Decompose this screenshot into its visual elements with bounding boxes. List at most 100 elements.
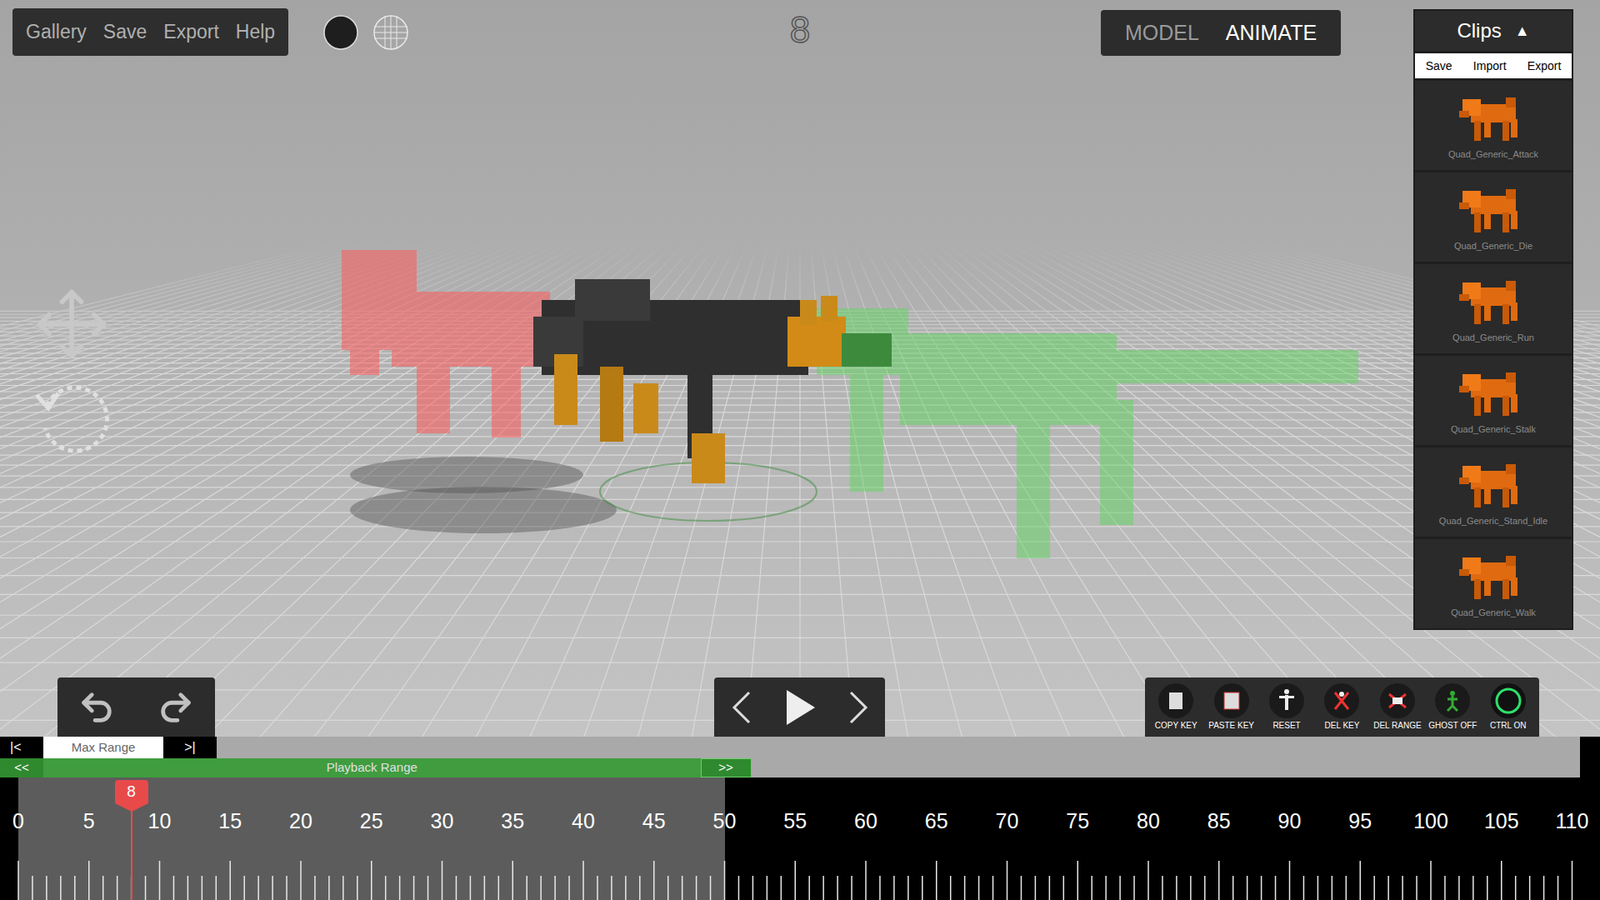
transport-panel	[714, 677, 885, 737]
rotate-icon[interactable]	[30, 376, 114, 460]
dog-figure	[533, 279, 892, 484]
clip-thumbnail-icon	[1455, 272, 1531, 328]
clips-panel: Clips▲ Save Import Export Quad_Generic_Attac…	[1413, 9, 1574, 630]
ruler-label: 60	[854, 810, 878, 832]
ruler-label: 50	[713, 810, 737, 832]
ruler-label: 100	[1413, 810, 1449, 832]
ruler-label: 40	[571, 810, 595, 832]
scene-models[interactable]	[0, 0, 1600, 737]
tool-button[interactable]: DEL RANGE	[1370, 682, 1425, 732]
playhead-line	[130, 802, 133, 900]
ruler-label: 45	[642, 810, 666, 832]
playback-range-bar[interactable]: <<Playback Range>>	[0, 758, 752, 778]
ruler-label: 95	[1348, 810, 1372, 832]
clips-actions: Save Import Export	[1415, 53, 1572, 79]
ghost-icon	[1434, 682, 1471, 720]
tool-button[interactable]: RESET	[1259, 682, 1315, 732]
clip-thumbnail-icon	[1455, 89, 1531, 145]
play-icon[interactable]	[783, 688, 817, 727]
clip-action[interactable]: Save	[1425, 57, 1453, 75]
ruler-label: 35	[500, 810, 525, 832]
tool-button[interactable]: PASTE KEY	[1204, 682, 1260, 732]
red-ghost-figure	[341, 250, 550, 438]
max-range-row: |<Max Range>|	[0, 736, 1600, 759]
ruler-label: 30	[430, 810, 455, 832]
mode-tab[interactable]: ANIMATE	[1225, 17, 1317, 50]
max-range-label[interactable]: Max Range	[43, 736, 164, 759]
clip-action[interactable]: Export	[1527, 57, 1561, 75]
menu-item[interactable]: Save	[103, 17, 147, 47]
menu-bar: Gallery Save Export Help	[12, 8, 289, 56]
viewport[interactable]: Gallery Save Export Help 8 MODEL ANIMATE Clips▲…	[0, 0, 1600, 737]
undo-icon[interactable]	[77, 688, 116, 727]
clip-thumbnail-icon	[1455, 455, 1531, 511]
clip-card[interactable]: Quad_Generic_Attack	[1415, 80, 1572, 170]
green-ghost-figure	[816, 308, 1359, 559]
tools-panel: COPY KEYPASTE KEYRESETDEL KEYDEL RANGEGH…	[1145, 677, 1540, 737]
mode-tab[interactable]: MODEL	[1125, 17, 1200, 50]
ruler-label: 90	[1278, 810, 1302, 832]
tool-button[interactable]: COPY KEY	[1148, 682, 1204, 732]
ruler-label: 105	[1484, 810, 1520, 832]
redo-icon[interactable]	[156, 688, 195, 727]
app: Gallery Save Export Help 8 MODEL ANIMATE Clips▲…	[0, 0, 1600, 900]
playback-range-row: <<Playback Range>>	[0, 758, 1600, 778]
move-tool[interactable]	[33, 285, 110, 363]
playback-start-button[interactable]: <<	[0, 758, 44, 778]
clip-card[interactable]: Quad_Generic_Stand_Idle	[1415, 447, 1572, 537]
clip-card[interactable]: Quad_Generic_Run	[1415, 264, 1572, 354]
menu-item[interactable]: Export	[163, 17, 219, 47]
solid-shading-icon[interactable]	[322, 14, 360, 51]
ruler-label: 80	[1136, 810, 1160, 832]
delrange-icon	[1379, 682, 1416, 720]
ruler-label: 85	[1207, 810, 1231, 832]
ruler-label: 15	[218, 810, 242, 832]
ruler-label: 65	[925, 810, 949, 832]
mode-toggle: MODEL ANIMATE	[1100, 10, 1341, 56]
clip-card[interactable]: Quad_Generic_Stalk	[1415, 355, 1572, 445]
reset-icon	[1268, 682, 1305, 720]
clip-card[interactable]: Quad_Generic_Walk	[1415, 539, 1572, 629]
clip-card[interactable]: Quad_Generic_Die	[1415, 172, 1572, 262]
max-range-track[interactable]	[216, 736, 1580, 759]
undo-redo-panel	[57, 677, 215, 737]
clip-action[interactable]: Import	[1473, 57, 1507, 75]
clip-thumbnail-icon	[1455, 180, 1531, 236]
playhead-badge[interactable]: 8	[115, 780, 149, 812]
ruler-label: 25	[360, 810, 384, 832]
ruler-ticks	[0, 777, 1600, 900]
ruler[interactable]: 0 5 10 15 20 25 30 35 40 45 50 55 60 65 70 75 80 85 90 95 10…	[0, 777, 1600, 900]
playhead-pointer-icon	[115, 803, 149, 812]
max-range-start-button[interactable]: |<	[0, 736, 44, 759]
menu-item[interactable]: Gallery	[25, 17, 87, 47]
timeline: |<Max Range>|<<Playback Range>>051015202…	[0, 736, 1600, 900]
copy-icon	[1157, 682, 1195, 720]
shading-toggles	[322, 14, 410, 51]
clip-thumbnail-icon	[1455, 547, 1531, 603]
tool-button[interactable]: DEL KEY	[1314, 682, 1370, 732]
ruler-label: 0	[12, 810, 25, 832]
prev-frame-icon[interactable]	[729, 689, 755, 726]
frame-display: 8	[783, 11, 817, 49]
clips-header[interactable]: Clips▲	[1415, 10, 1572, 51]
tool-button[interactable]: CTRL ON	[1480, 682, 1536, 732]
ruler-label: 55	[783, 810, 807, 832]
playback-range-label: Playback Range	[43, 758, 701, 778]
move-icon	[33, 285, 110, 363]
clip-thumbnail-icon	[1455, 364, 1531, 420]
wireframe-shading-icon[interactable]	[372, 14, 410, 51]
ruler-label: 10	[148, 810, 172, 832]
ruler-label: 20	[289, 810, 313, 832]
paste-icon	[1213, 682, 1250, 720]
menu-item[interactable]: Help	[235, 17, 275, 47]
ruler-label: 75	[1065, 810, 1090, 832]
ctrl-icon	[1490, 682, 1527, 720]
next-frame-icon[interactable]	[845, 689, 871, 726]
max-range-end-button[interactable]: >|	[163, 736, 217, 759]
ruler-label: 5	[83, 810, 95, 832]
tool-button[interactable]: GHOST OFF	[1425, 682, 1480, 732]
playback-end-button[interactable]: >>	[700, 758, 752, 778]
delkey-icon	[1323, 682, 1360, 720]
ruler-label: 70	[995, 810, 1020, 832]
ruler-label: 110	[1555, 810, 1590, 832]
